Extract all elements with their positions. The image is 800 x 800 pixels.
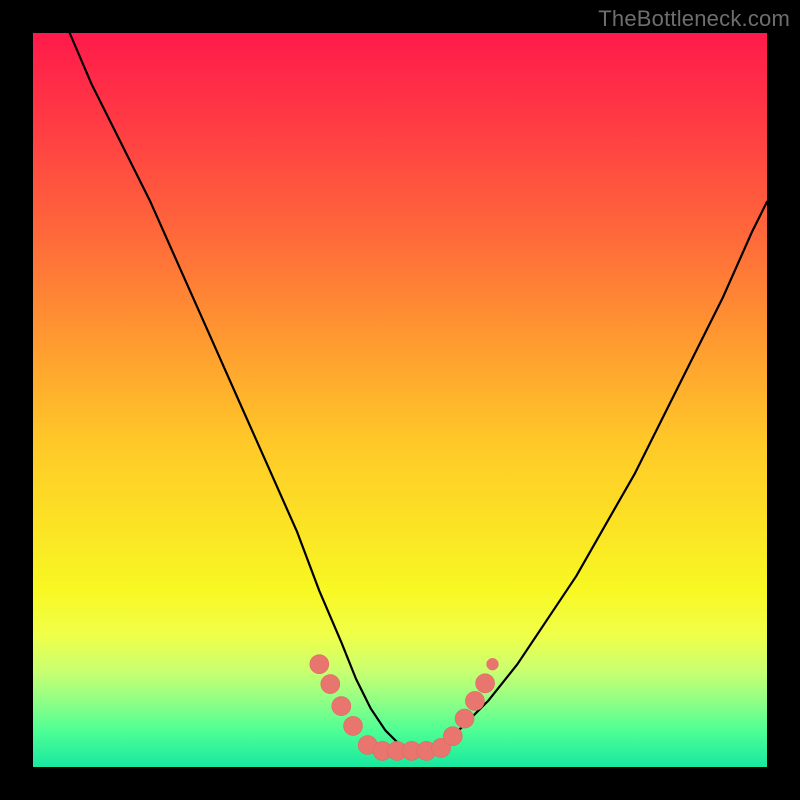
bottleneck-curve — [70, 33, 767, 752]
bottleneck-curve-svg — [33, 33, 767, 767]
curve-marker — [443, 727, 462, 746]
plot-area — [33, 33, 767, 767]
curve-marker — [344, 716, 363, 735]
curve-marker — [455, 709, 474, 728]
chart-frame: TheBottleneck.com — [0, 0, 800, 800]
curve-marker — [321, 675, 340, 694]
curve-marker — [487, 658, 499, 670]
curve-marker — [310, 655, 329, 674]
curve-markers — [310, 655, 499, 761]
watermark-text: TheBottleneck.com — [598, 6, 790, 32]
curve-marker — [332, 697, 351, 716]
curve-marker — [465, 691, 484, 710]
curve-marker — [476, 674, 495, 693]
